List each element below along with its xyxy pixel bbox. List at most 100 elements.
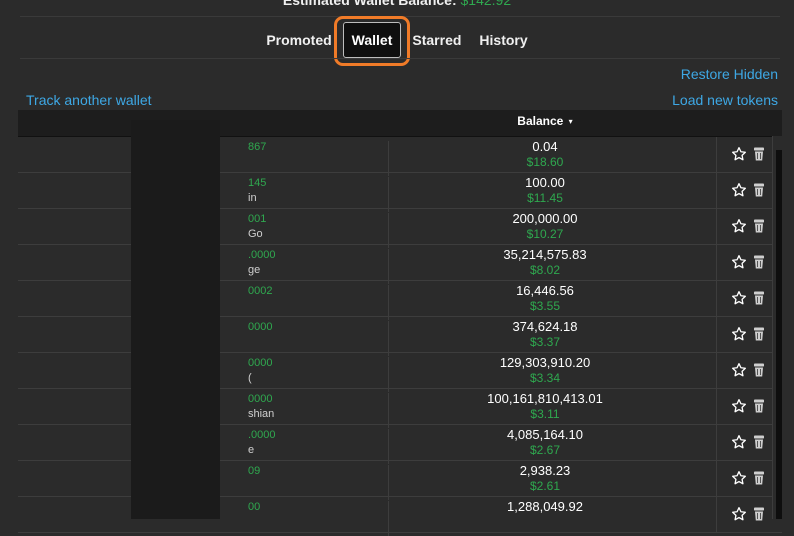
token-balance: 100,161,810,413.01 bbox=[487, 391, 603, 406]
star-icon[interactable] bbox=[731, 434, 747, 450]
token-balance: 100.00 bbox=[525, 175, 565, 190]
trash-icon[interactable] bbox=[753, 435, 765, 449]
wallet-balance-summary: Estimated Wallet Balance: $142.92 bbox=[0, 0, 794, 8]
token-identity: 09 bbox=[248, 465, 389, 500]
token-name-fragment: ge bbox=[248, 264, 261, 276]
token-name-fragment: in bbox=[248, 192, 257, 204]
balance-cell: 129,303,910.20 $3.34 bbox=[395, 355, 695, 385]
star-icon[interactable] bbox=[731, 326, 747, 342]
star-icon[interactable] bbox=[731, 362, 747, 378]
token-balance: 374,624.18 bbox=[512, 319, 578, 334]
star-icon[interactable] bbox=[731, 146, 747, 162]
wallet-balance-label: Estimated Wallet Balance: bbox=[282, 0, 457, 8]
trash-icon[interactable] bbox=[753, 471, 765, 485]
token-balance: 16,446.56 bbox=[516, 283, 574, 298]
row-actions bbox=[716, 173, 773, 208]
balance-cell: 0.04 $18.60 bbox=[395, 139, 695, 169]
token-address-fragment[interactable]: 001 bbox=[248, 213, 266, 225]
trash-icon[interactable] bbox=[753, 291, 765, 305]
token-address-fragment[interactable]: 0000 bbox=[248, 357, 272, 369]
star-icon[interactable] bbox=[731, 182, 747, 198]
token-address-fragment[interactable]: 0000 bbox=[248, 393, 272, 405]
token-address-fragment[interactable]: 00 bbox=[248, 501, 260, 513]
trash-icon[interactable] bbox=[753, 255, 765, 269]
load-new-tokens-link[interactable]: Load new tokens bbox=[672, 92, 778, 108]
wallet-balance-value: $142.92 bbox=[460, 0, 512, 8]
row-actions bbox=[716, 461, 773, 496]
token-balance: 129,303,910.20 bbox=[499, 355, 591, 370]
star-icon[interactable] bbox=[731, 290, 747, 306]
token-identity: 145 in bbox=[248, 177, 389, 212]
token-address-fragment[interactable]: .0000 bbox=[248, 429, 276, 441]
trash-icon[interactable] bbox=[753, 147, 765, 161]
balance-cell: 100.00 $11.45 bbox=[395, 175, 695, 205]
token-usd-value: $3.37 bbox=[529, 335, 561, 349]
token-identity: 001 Go bbox=[248, 213, 389, 248]
balance-cell: 16,446.56 $3.55 bbox=[395, 283, 695, 313]
token-identity: 0000 shian bbox=[248, 393, 389, 428]
trash-icon[interactable] bbox=[753, 363, 765, 377]
divider bbox=[20, 16, 780, 17]
token-identity: 0002 bbox=[248, 285, 389, 320]
token-balance: 4,085,164.10 bbox=[507, 427, 583, 442]
track-another-wallet-link[interactable]: Track another wallet bbox=[26, 92, 152, 108]
token-identity: .0000 e bbox=[248, 429, 389, 464]
token-balance: 35,214,575.83 bbox=[503, 247, 587, 262]
token-address-fragment[interactable]: 867 bbox=[248, 141, 266, 153]
token-address-fragment[interactable]: 0000 bbox=[248, 321, 272, 333]
token-usd-value: $11.45 bbox=[527, 191, 563, 205]
restore-hidden-link[interactable]: Restore Hidden bbox=[681, 66, 778, 82]
balance-cell: 1,288,049.92 bbox=[395, 499, 695, 515]
token-usd-value: $8.02 bbox=[529, 263, 561, 277]
token-identity: 867 bbox=[248, 141, 389, 176]
balance-cell: 4,085,164.10 $2.67 bbox=[395, 427, 695, 457]
token-name-fragment: shian bbox=[248, 408, 275, 420]
row-actions bbox=[716, 425, 773, 460]
tab-promoted[interactable]: Promoted bbox=[257, 22, 340, 58]
token-name-fragment: ( bbox=[248, 372, 252, 384]
row-actions bbox=[716, 497, 773, 532]
token-identity: 0000 bbox=[248, 321, 389, 356]
balance-column-header[interactable]: Balance ▾ bbox=[395, 114, 695, 128]
row-actions bbox=[716, 209, 773, 244]
token-name-fragment: Go bbox=[248, 228, 263, 240]
scrollbar-thumb[interactable] bbox=[776, 150, 782, 519]
star-icon[interactable] bbox=[731, 470, 747, 486]
token-address-fragment[interactable]: 145 bbox=[248, 177, 266, 189]
token-usd-value: $2.67 bbox=[529, 443, 561, 457]
token-address-fragment[interactable]: 09 bbox=[248, 465, 260, 477]
row-actions bbox=[716, 137, 773, 172]
token-balance: 1,288,049.92 bbox=[507, 499, 583, 514]
trash-icon[interactable] bbox=[753, 327, 765, 341]
tab-history[interactable]: History bbox=[470, 22, 536, 58]
token-address-fragment[interactable]: .0000 bbox=[248, 249, 276, 261]
token-usd-value: $18.60 bbox=[526, 155, 564, 169]
star-icon[interactable] bbox=[731, 218, 747, 234]
balance-cell: 374,624.18 $3.37 bbox=[395, 319, 695, 349]
sort-desc-icon: ▾ bbox=[568, 117, 573, 126]
balance-cell: 2,938.23 $2.61 bbox=[395, 463, 695, 493]
token-address-fragment[interactable]: 0002 bbox=[248, 285, 272, 297]
token-usd-value: $3.11 bbox=[530, 407, 560, 421]
star-icon[interactable] bbox=[731, 398, 747, 414]
star-icon[interactable] bbox=[731, 254, 747, 270]
token-balance: 2,938.23 bbox=[519, 463, 571, 478]
balance-cell: 200,000.00 $10.27 bbox=[395, 211, 695, 241]
row-actions bbox=[716, 353, 773, 388]
tab-starred[interactable]: Starred bbox=[403, 22, 470, 58]
trash-icon[interactable] bbox=[753, 219, 765, 233]
token-identity: 0000 ( bbox=[248, 357, 389, 392]
star-icon[interactable] bbox=[731, 506, 747, 522]
balance-header-label: Balance bbox=[517, 114, 564, 128]
token-usd-value: $10.27 bbox=[526, 227, 564, 241]
row-actions bbox=[716, 281, 773, 316]
divider bbox=[20, 58, 780, 59]
tab-bar: Promoted Wallet Starred History bbox=[0, 16, 794, 66]
token-name-fragment: e bbox=[248, 444, 255, 456]
trash-icon[interactable] bbox=[753, 399, 765, 413]
token-usd-value: $2.61 bbox=[529, 479, 561, 493]
token-balance: 200,000.00 bbox=[512, 211, 578, 226]
tab-wallet[interactable]: Wallet bbox=[333, 16, 411, 66]
row-actions bbox=[716, 317, 773, 352]
trash-icon[interactable] bbox=[753, 183, 765, 197]
